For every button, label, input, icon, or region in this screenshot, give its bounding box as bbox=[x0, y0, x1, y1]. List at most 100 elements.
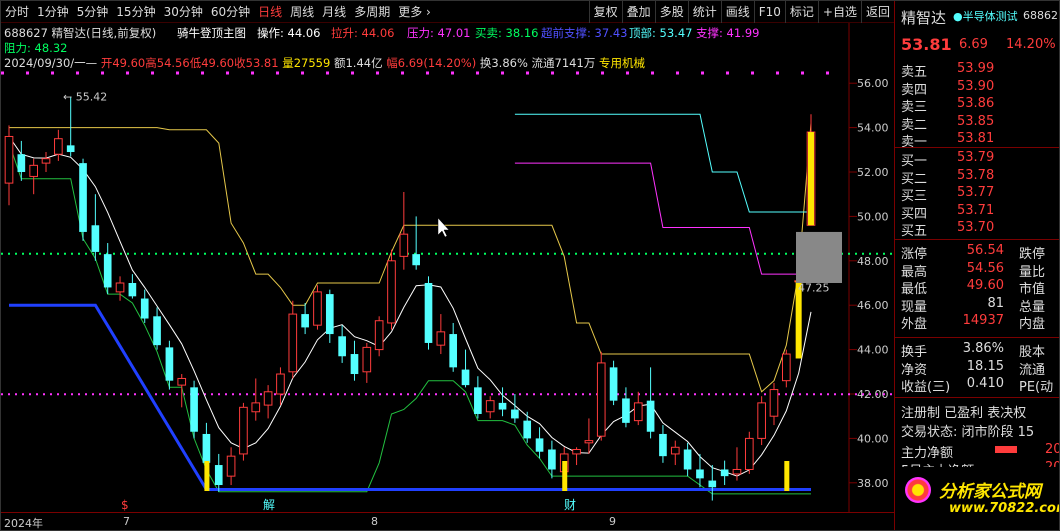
bar-amount: 额1.44亿 bbox=[333, 56, 383, 70]
indicator-name[interactable]: 骑牛登顶主图 bbox=[177, 25, 246, 41]
kline-chart-canvas[interactable]: 56.0054.0052.0050.0048.0046.0044.0042.00… bbox=[1, 23, 894, 513]
bar-range: 幅6.69(14.20%) bbox=[386, 56, 477, 70]
orderbook-divider bbox=[895, 239, 1059, 240]
ask-price: 53.99 bbox=[957, 61, 995, 76]
stat-row: 最高 54.56 量比 bbox=[895, 261, 1059, 280]
f10-button[interactable]: F10 bbox=[753, 1, 785, 23]
candle-body-down bbox=[17, 154, 26, 172]
candle-body-up bbox=[387, 260, 396, 324]
candle-body-down bbox=[79, 163, 87, 232]
candle-body-down bbox=[202, 433, 211, 463]
stat-label-2: 内盘 bbox=[1019, 317, 1046, 333]
bid-price: 53.79 bbox=[957, 150, 995, 165]
bid-row[interactable]: 买五 53.70 bbox=[895, 220, 1059, 240]
bar-float: 流通7141万 bbox=[531, 56, 596, 70]
yellow-upper-band bbox=[9, 123, 812, 393]
y-tick-label: 46.00 bbox=[857, 299, 889, 312]
candle-body-up bbox=[54, 138, 63, 155]
y-tick-label: 40.00 bbox=[857, 432, 889, 445]
date-label-jul: 7 bbox=[123, 515, 130, 528]
stat-label-2: 市值 bbox=[1019, 282, 1046, 298]
sector-tag-label: 半导体测试 bbox=[962, 10, 1018, 23]
period-tab-30min[interactable]: 30分钟 bbox=[160, 1, 207, 23]
period-tab-fenshi[interactable]: 分时 bbox=[1, 1, 33, 23]
green-lower-band bbox=[8, 142, 811, 495]
bid-row[interactable]: 买一 53.79 bbox=[895, 150, 1059, 169]
candle-body-up bbox=[670, 446, 680, 455]
candle-body-down bbox=[461, 369, 470, 386]
bar-sector: 专用机械 bbox=[598, 56, 645, 70]
candle-body-up bbox=[732, 468, 742, 475]
stat-label: 换手 bbox=[901, 345, 928, 360]
ask-label: 卖二 bbox=[901, 117, 928, 133]
stat-label-2: 流通 bbox=[1019, 362, 1046, 378]
ask-row[interactable]: 卖二 53.85 bbox=[895, 114, 1059, 133]
stat-value: 49.60 bbox=[966, 278, 1004, 294]
ask-row[interactable]: 卖四 53.90 bbox=[895, 79, 1059, 98]
y-tick-label: 56.00 bbox=[857, 77, 889, 90]
bar-high: 高54.56 bbox=[145, 56, 190, 70]
candle-body-down bbox=[301, 314, 309, 328]
period-tab-1min[interactable]: 1分钟 bbox=[33, 1, 73, 23]
candle-body-up bbox=[781, 353, 791, 382]
draw-line-button[interactable]: 画线 bbox=[720, 1, 754, 23]
period-tab-15min[interactable]: 15分钟 bbox=[112, 1, 159, 23]
stat-label: 外盘 bbox=[901, 317, 928, 333]
period-tab-5min[interactable]: 5分钟 bbox=[73, 1, 113, 23]
stats-button[interactable]: 统计 bbox=[687, 1, 721, 23]
y-tick-label: 38.00 bbox=[857, 477, 889, 490]
ask-price: 53.81 bbox=[957, 131, 995, 147]
bid-row[interactable]: 买四 53.71 bbox=[895, 203, 1059, 222]
period-tab-60min[interactable]: 60分钟 bbox=[207, 1, 254, 23]
bid-row[interactable]: 买二 53.78 bbox=[895, 168, 1059, 187]
advance-support-value: 超前支撑: 37.43 bbox=[541, 26, 628, 40]
ask-row[interactable]: 卖五 53.99 bbox=[895, 61, 1059, 80]
y-tick-label: 54.00 bbox=[857, 122, 889, 135]
candle-body-up bbox=[41, 158, 51, 164]
y-tick-label: 50.00 bbox=[857, 210, 889, 223]
candle-body-down bbox=[449, 334, 458, 368]
stat-value: 81 bbox=[987, 295, 1004, 311]
adjust-button[interactable]: 复权 bbox=[588, 1, 622, 23]
multi-stock-button[interactable]: 多股 bbox=[654, 1, 688, 23]
main-flow-row[interactable]: 主力净额 20 bbox=[895, 442, 1059, 461]
candle-body-down bbox=[325, 294, 334, 335]
candle-body-up bbox=[29, 164, 39, 177]
add-watchlist-button[interactable]: +自选 bbox=[817, 1, 861, 23]
candle-body-down bbox=[190, 387, 198, 432]
bid-row[interactable]: 买三 53.77 bbox=[895, 185, 1059, 204]
support-value: 支撑: 41.99 bbox=[696, 26, 760, 40]
candle-body-up bbox=[584, 440, 594, 444]
magenta-top-line bbox=[514, 162, 811, 275]
bid-label: 买四 bbox=[901, 206, 928, 222]
bar-low: 低49.60 bbox=[189, 56, 235, 70]
candle-body-down bbox=[66, 145, 75, 153]
stat-label-2: 总量 bbox=[1019, 299, 1046, 315]
more-periods-button[interactable]: 更多 › bbox=[394, 1, 435, 23]
candle-body-up bbox=[572, 449, 581, 455]
candle-body-down bbox=[696, 469, 704, 479]
candle-body-down bbox=[548, 449, 556, 470]
mark-button[interactable]: 标记 bbox=[784, 1, 818, 23]
period-tab-multi[interactable]: 多周期 bbox=[350, 1, 394, 23]
candle-body-down bbox=[511, 409, 519, 419]
period-tab-monthly[interactable]: 月线 bbox=[318, 1, 350, 23]
candle-body-down bbox=[214, 465, 223, 486]
ask-row[interactable]: 卖三 53.86 bbox=[895, 96, 1059, 115]
period-tab-weekly[interactable]: 周线 bbox=[286, 1, 318, 23]
ma-white-line bbox=[8, 136, 812, 477]
period-toolbar: 分时 1分钟 5分钟 15分钟 30分钟 60分钟 日线 周线 月线 多周期 更… bbox=[1, 1, 894, 23]
bid-label: 买五 bbox=[901, 224, 928, 240]
overlay-button[interactable]: 叠加 bbox=[621, 1, 655, 23]
back-button[interactable]: 返回 bbox=[860, 1, 894, 23]
price-tag-label: 47.25 bbox=[798, 281, 830, 294]
panel-sector-tag[interactable]: ●半导体测试 bbox=[953, 8, 1018, 24]
bar-turnover: 换3.86% bbox=[479, 56, 528, 70]
candle-body-down bbox=[153, 316, 161, 346]
kline-chart[interactable]: 56.00 54.00 52.00 50.00 48.00 46.00 44.00 42.00… bbox=[1, 23, 894, 513]
stat-value: 0.410 bbox=[966, 376, 1004, 392]
top-value: 顶部: 53.47 bbox=[629, 26, 693, 40]
bar-info-line: 2024/09/30/一— 开49.60高54.56低49.60收53.81 量… bbox=[4, 56, 645, 70]
ask-label: 卖四 bbox=[901, 82, 928, 98]
period-tab-daily[interactable]: 日线 bbox=[254, 1, 286, 23]
